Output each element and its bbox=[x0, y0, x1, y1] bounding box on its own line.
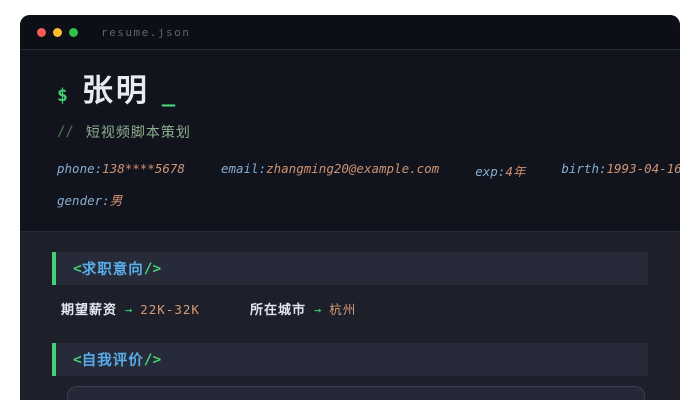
minimize-window-button[interactable] bbox=[53, 27, 62, 37]
candidate-role: 短视频脚本策划 bbox=[85, 125, 191, 142]
contact-meta-row: phone:138****5678 email:zhangming20@exam… bbox=[57, 161, 680, 180]
hero-section: $ 张明 _ // 短视频脚本策划 phone:138****5678 emai… bbox=[20, 50, 680, 232]
window-titlebar: resume.json bbox=[20, 15, 680, 50]
maximize-window-button[interactable] bbox=[69, 27, 78, 37]
terminal-window: resume.json $ 张明 _ // 短视频脚本策划 phone:138*… bbox=[20, 15, 680, 400]
arrow-icon: → bbox=[125, 303, 133, 317]
section-header-job-intent: < 求职意向/> bbox=[52, 252, 648, 285]
meta-phone-value: 138****5678 bbox=[102, 161, 185, 177]
terminal-prompt-icon: $ bbox=[57, 85, 68, 106]
arrow-icon: → bbox=[313, 303, 322, 317]
self-evaluation-card: 专注短视频脚本策划4年，熟悉抖音、快手、B站等平台内容生态和用户偏好，擅长剧情类… bbox=[67, 386, 645, 400]
expected-salary-label: 期望薪资 bbox=[61, 303, 118, 318]
meta-birth-value: 1993-04-16 bbox=[606, 161, 681, 177]
tag-open-bracket: < bbox=[73, 351, 82, 368]
meta-phone: phone:138****5678 bbox=[57, 161, 185, 180]
tag-open-bracket: < bbox=[73, 260, 82, 277]
meta-exp-value: 4年 bbox=[505, 164, 526, 180]
tag-close-bracket: /> bbox=[143, 260, 162, 277]
target-city-item: 所在城市 → 杭州 bbox=[250, 299, 356, 318]
section-title-self-evaluation: 自我评价 bbox=[81, 353, 144, 369]
meta-gender: gender:男 bbox=[57, 190, 122, 209]
expected-salary-value: 22K-32K bbox=[140, 302, 200, 317]
meta-email-label: email: bbox=[220, 161, 267, 177]
meta-gender-label: gender: bbox=[57, 193, 110, 209]
meta-exp: exp:4年 bbox=[475, 161, 525, 180]
meta-birth-label: birth: bbox=[561, 161, 607, 177]
target-city-value: 杭州 bbox=[329, 302, 357, 317]
gender-meta-row: gender:男 bbox=[57, 190, 643, 209]
tag-close-bracket: /> bbox=[143, 351, 162, 368]
comment-slashes: // bbox=[57, 124, 74, 141]
name-row: $ 张明 _ bbox=[57, 74, 643, 108]
meta-phone-label: phone: bbox=[57, 161, 103, 177]
job-intent-row: 期望薪资 → 22K-32K 所在城市 → 杭州 bbox=[61, 299, 648, 318]
resume-body: <求职意向/> 期望薪资→22K-32K 所在城市→杭州 <自我评价/> 专注短… bbox=[20, 232, 680, 400]
role-row: // 短视频脚本策划 bbox=[57, 122, 643, 142]
meta-birth: birth:1993-04-16 bbox=[561, 161, 680, 180]
section-title-job-intent: 求职意向 bbox=[81, 262, 144, 278]
candidate-name: 张明 bbox=[81, 73, 150, 109]
section-header-self-evaluation: < 自我评价/> bbox=[52, 343, 648, 376]
target-city-label: 所在城市 bbox=[249, 303, 306, 318]
meta-exp-label: exp: bbox=[475, 164, 506, 180]
meta-gender-value: 男 bbox=[109, 193, 123, 209]
meta-email-value: zhangming20@example.com bbox=[266, 161, 440, 177]
close-window-button[interactable] bbox=[37, 27, 46, 37]
expected-salary-item: 期望薪资 → 22K-32K bbox=[61, 299, 200, 318]
window-title: resume.json bbox=[101, 25, 191, 39]
meta-email: email:zhangming20@example.com bbox=[221, 161, 439, 180]
blinking-cursor: _ bbox=[161, 82, 176, 107]
